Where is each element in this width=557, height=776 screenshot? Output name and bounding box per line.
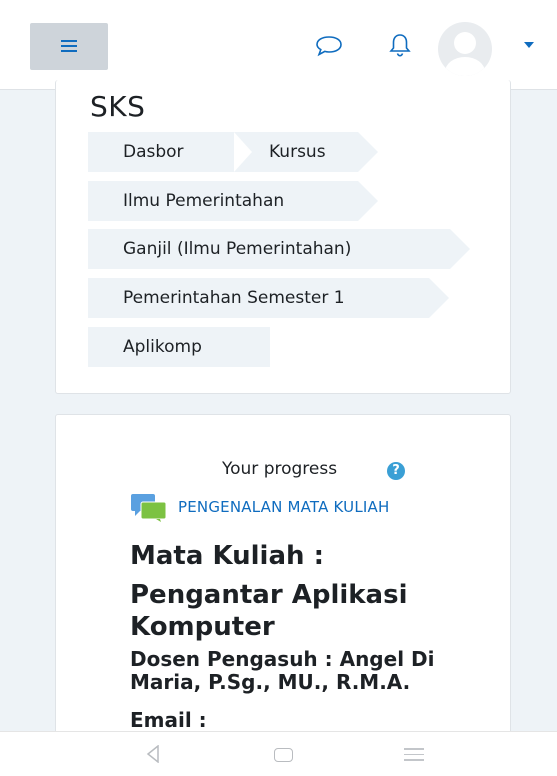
question-circle-icon[interactable]: ? <box>387 462 405 480</box>
breadcrumb-label: Ilmu Pemerintahan <box>123 191 285 211</box>
breadcrumb-label: Pemerintahan Semester 1 <box>123 288 345 308</box>
breadcrumb-item-aplikomp[interactable]: Aplikomp <box>88 327 270 367</box>
avatar[interactable] <box>438 22 492 76</box>
top-navbar <box>0 0 557 90</box>
breadcrumb-item-ganjil[interactable]: Ganjil (Ilmu Pemerintahan) <box>88 229 470 269</box>
recents-icon[interactable] <box>404 748 424 765</box>
page-title: SKS <box>90 90 146 123</box>
caret-down-icon[interactable] <box>524 42 534 48</box>
page-header-card: SKS Dasbor Kursus Ilmu Pemerintahan Ganj… <box>55 80 511 394</box>
menu-toggle-button[interactable] <box>30 23 108 70</box>
breadcrumb-label: Aplikomp <box>123 337 202 357</box>
progress-label: Your progress <box>222 459 338 479</box>
bell-icon[interactable] <box>385 30 415 60</box>
lecturer-info: Dosen Pengasuh : Angel Di Maria, P.Sg., … <box>130 647 435 694</box>
breadcrumb-item-ilmu-pemerintahan[interactable]: Ilmu Pemerintahan <box>88 181 378 221</box>
course-title: Pengantar Aplikasi Komputer <box>130 580 408 642</box>
breadcrumb-label: Dasbor <box>123 142 184 162</box>
email-label: Email : <box>130 708 207 732</box>
course-content-card: Your progress ? PENGENALAN MATA KULIAH M… <box>55 414 511 754</box>
hamburger-icon <box>61 40 77 52</box>
breadcrumb-item-semester-1[interactable]: Pemerintahan Semester 1 <box>88 278 449 318</box>
home-icon[interactable] <box>274 748 293 762</box>
back-icon[interactable] <box>146 745 160 763</box>
android-nav-bar <box>0 731 557 776</box>
breadcrumb-item-kursus[interactable]: Kursus <box>234 132 378 172</box>
breadcrumb-label: Kursus <box>269 142 326 162</box>
breadcrumb-item-dasbor[interactable]: Dasbor <box>88 132 260 172</box>
section-link[interactable]: PENGENALAN MATA KULIAH <box>178 498 389 516</box>
user-avatar-icon <box>445 32 485 76</box>
course-heading-label: Mata Kuliah : <box>130 541 324 571</box>
breadcrumb-label: Ganjil (Ilmu Pemerintahan) <box>123 239 352 259</box>
chat-icon[interactable] <box>314 30 344 60</box>
forum-icon <box>131 494 167 522</box>
